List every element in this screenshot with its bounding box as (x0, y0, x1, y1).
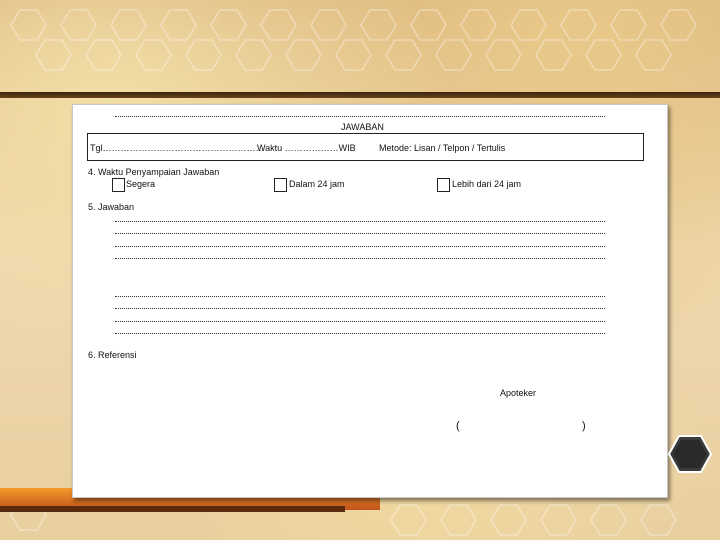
checkbox-segera[interactable] (112, 178, 125, 192)
option-dalam-24-label: Dalam 24 jam (289, 179, 345, 189)
hexagon-icon[interactable] (668, 434, 712, 474)
header-band (0, 92, 720, 98)
time-field-label: Waktu ………………WIB (257, 143, 356, 153)
footer-accent-shadow (0, 506, 345, 512)
section-5-title: 5. Jawaban (88, 202, 135, 212)
answer-line-1 (115, 221, 605, 222)
form-sheet (72, 104, 668, 498)
answer-line-4 (115, 258, 605, 259)
option-segera-label: Segera (126, 179, 156, 189)
method-field-label: Metode: Lisan / Telpon / Tertulis (379, 143, 506, 153)
checkbox-lebih-24-jam[interactable] (437, 178, 450, 192)
answer-line-6 (115, 308, 605, 309)
signer-label: Apoteker (500, 388, 537, 398)
signature-paren-close: ) (582, 420, 586, 432)
answer-line-3 (115, 246, 605, 247)
answer-line-2 (115, 233, 605, 234)
date-field-label: Tgl……………………………………………… (90, 143, 265, 153)
answer-line-7 (115, 321, 605, 322)
dotted-line (115, 116, 605, 117)
option-lebih-24-label: Lebih dari 24 jam (452, 179, 522, 189)
signature-paren-open: ( (456, 420, 460, 432)
answer-line-5 (115, 296, 605, 297)
form-title: JAWABAN (341, 122, 384, 132)
answer-line-8 (115, 333, 605, 334)
checkbox-dalam-24-jam[interactable] (274, 178, 287, 192)
section-6-title: 6. Referensi (88, 350, 137, 360)
section-4-title: 4. Waktu Penyampaian Jawaban (88, 167, 220, 177)
